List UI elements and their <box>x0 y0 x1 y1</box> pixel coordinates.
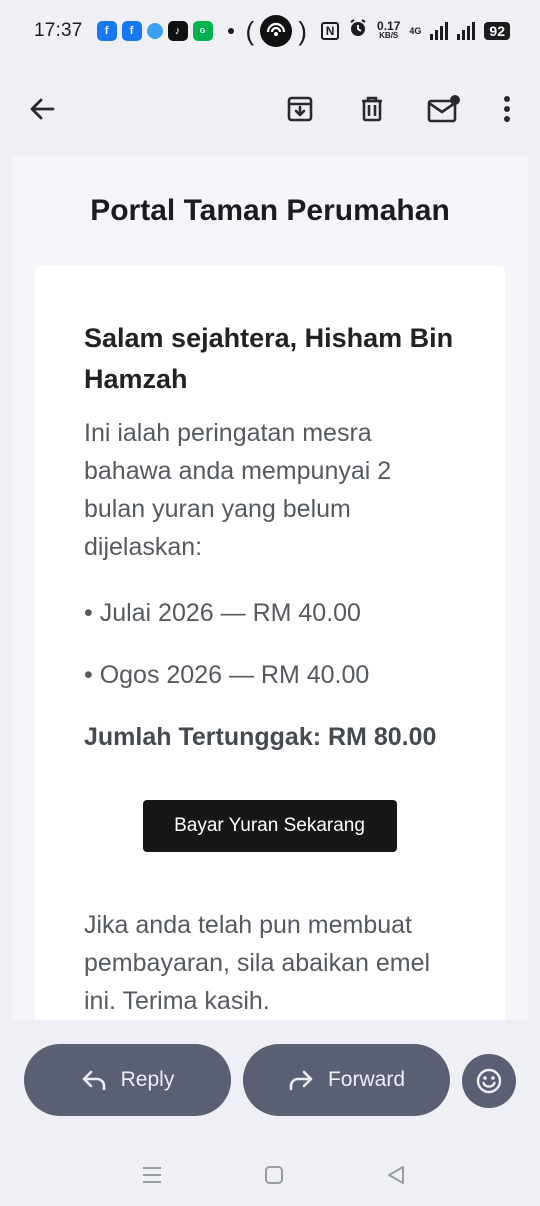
facebook-notification-icon: f <box>121 21 142 41</box>
signal-strength-icon <box>430 22 449 40</box>
back-arrow-icon[interactable] <box>22 89 62 129</box>
grab-notification-icon: G <box>192 21 213 41</box>
more-vert-icon[interactable] <box>487 89 527 129</box>
speed-unit: KB/S <box>379 31 399 40</box>
smiley-icon <box>476 1068 502 1094</box>
hotspot-icon <box>260 15 293 47</box>
closing-text: Jika anda telah pun membuat pembayaran, … <box>84 911 431 1015</box>
list-item: • Julai 2026 — RM 40.00 <box>84 599 361 627</box>
email-card: Salam sejahtera, Hisham Bin Hamzah Ini i… <box>35 266 505 1020</box>
list-item: • Ogos 2026 — RM 40.00 <box>84 661 370 689</box>
status-time: 17:37 <box>34 20 83 41</box>
emoji-reaction-button[interactable] <box>462 1054 516 1108</box>
facebook-notification-icon: f <box>96 21 117 41</box>
mark-unread-icon[interactable] <box>424 89 464 129</box>
email-header-title: Portal Taman Perumahan <box>90 194 450 227</box>
archive-icon[interactable] <box>280 89 320 129</box>
status-bar: 17:37 f f ♪ G ( ) N 0.17 KB/S 4G 92 <box>0 0 540 62</box>
forward-icon <box>289 1070 313 1091</box>
email-body[interactable]: Portal Taman Perumahan Salam sejahtera, … <box>12 156 528 1020</box>
action-bar: Reply Forward <box>0 1044 540 1116</box>
greeting: Salam sejahtera, Hisham Bin Hamzah <box>84 323 454 394</box>
recents-icon[interactable] <box>137 1160 167 1190</box>
status-right: N 0.17 KB/S 4G 92 <box>321 18 510 44</box>
reply-icon <box>82 1070 105 1091</box>
reply-button[interactable]: Reply <box>24 1044 231 1116</box>
home-icon[interactable] <box>259 1160 289 1190</box>
pay-now-button[interactable]: Bayar Yuran Sekarang <box>142 800 397 852</box>
delete-icon[interactable] <box>352 89 392 129</box>
tiktok-notification-icon: ♪ <box>167 21 188 41</box>
alarm-icon <box>348 18 368 44</box>
paren-right-icon: ) <box>298 15 307 46</box>
more-notifications-icon <box>227 28 234 34</box>
speed-value: 0.17 <box>377 19 401 33</box>
system-nav-bar <box>0 1140 540 1206</box>
total-due: Jumlah Tertunggak: RM 80.00 <box>84 723 437 751</box>
reply-label: Reply <box>120 1068 175 1091</box>
signal-strength-icon <box>457 22 476 40</box>
app-bar <box>0 62 540 156</box>
forward-label: Forward <box>327 1068 406 1091</box>
nfc-icon: N <box>321 22 340 40</box>
app-notification-icon <box>146 23 163 39</box>
intro-text: Ini ialah peringatan mesra bahawa anda m… <box>84 419 392 561</box>
back-nav-icon[interactable] <box>381 1160 411 1190</box>
forward-button[interactable]: Forward <box>243 1044 450 1116</box>
network-type: 4G <box>409 26 422 36</box>
network-speed: 0.17 KB/S <box>377 19 401 41</box>
battery-icon: 92 <box>484 22 510 40</box>
paren-left-icon: ( <box>245 15 255 46</box>
